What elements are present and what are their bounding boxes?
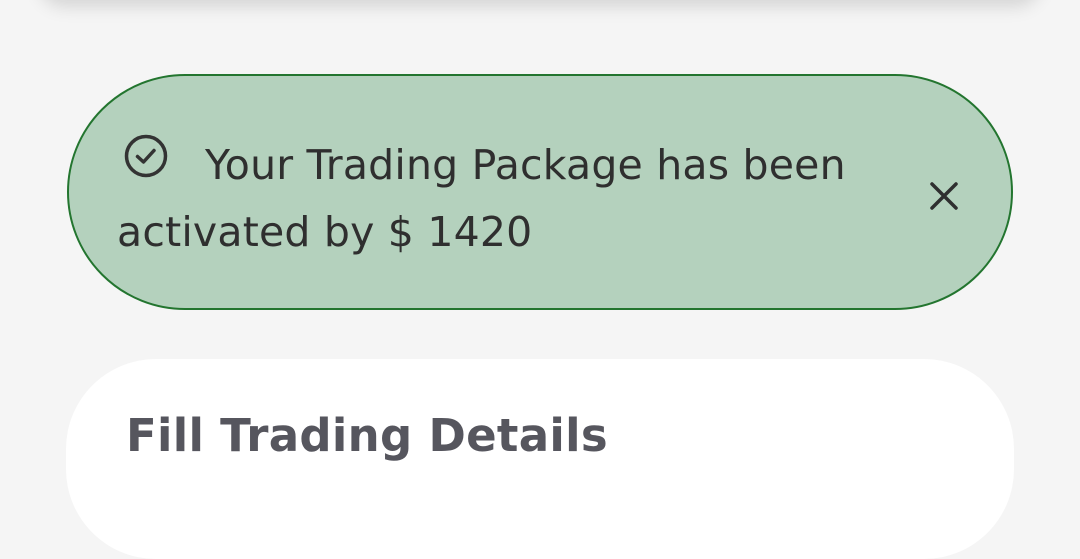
alert-message: Your Trading Package has been activated … xyxy=(117,141,846,256)
success-alert: Your Trading Package has been activated … xyxy=(67,74,1013,310)
close-icon[interactable] xyxy=(924,176,964,216)
card-title: Fill Trading Details xyxy=(126,409,608,462)
trading-details-card: Fill Trading Details xyxy=(66,359,1014,559)
